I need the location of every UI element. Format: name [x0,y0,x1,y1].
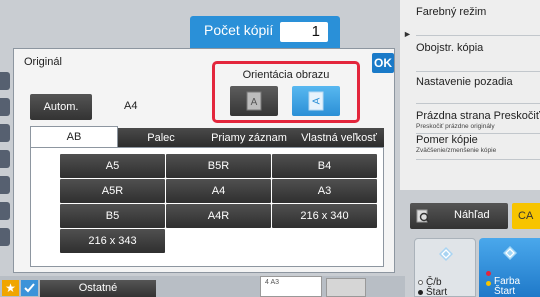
edge-tab-6[interactable] [0,202,10,220]
setting-blank-page-skip[interactable]: Prázdna strana Preskočiť Preskočiť prázd… [416,110,540,134]
size-button-b4[interactable]: B4 [272,154,377,178]
settings-panel: Farebný režim Obojstr. kópia Nastavenie … [400,0,540,190]
preview-thumbnail-2 [326,278,366,297]
setting-sublabel: Preskočiť prázdne originály [416,123,495,130]
tab-direct-entry[interactable]: Priamy záznam [204,128,294,148]
setting-color-mode[interactable]: Farebný režim [416,6,540,36]
edge-tab-5[interactable] [0,176,10,194]
edge-tab-4[interactable] [0,150,10,168]
checkmark-icon [24,283,35,293]
original-dialog: Originál OK Orientácia obrazu A A Autom.… [13,48,395,273]
orientation-landscape-button[interactable]: A [292,86,340,116]
orientation-portrait-button[interactable]: A [230,86,278,116]
edge-tab-2[interactable] [0,98,10,116]
landscape-glyph: A [312,97,323,104]
bw-dot-icon [418,280,423,285]
edge-tab-1[interactable] [0,72,10,90]
setting-label: Nastavenie pozadia [416,76,513,88]
bw-dot-icon [418,290,423,295]
color-dot-icon [486,271,491,276]
size-button-216x340[interactable]: 216 x 340 [272,204,377,228]
start-color-line2: Štart [494,286,516,297]
preview-button[interactable]: Náhľad [410,203,508,229]
setting-background[interactable]: Nastavenie pozadia [416,76,540,104]
size-grid: A5 B5R B4 A5R A4 A3 B5 A4R 216 x 340 216… [30,147,384,267]
start-bw-button[interactable]: Č/b Štart [414,238,476,297]
auto-size-button[interactable]: Autom. [30,94,92,120]
start-color-button[interactable]: Farba Štart [479,238,540,297]
edge-tab-7[interactable] [0,228,10,246]
size-button-a3[interactable]: A3 [272,179,377,203]
clear-all-button[interactable]: CA [512,203,540,229]
size-button-a5r[interactable]: A5R [60,179,165,203]
color-dot-icon [486,281,491,286]
size-button-a4r[interactable]: A4R [166,204,271,228]
size-button-b5r[interactable]: B5R [166,154,271,178]
tab-palec[interactable]: Palec [118,128,204,148]
setting-label: Prázdna strana Preskočiť [416,110,540,122]
star-icon[interactable]: ★ [2,280,19,296]
setting-sublabel: Zväčšenie/zmenšenie kópie [416,147,497,154]
start-diamond-icon [503,246,517,260]
dialog-title: Originál [24,56,62,68]
ok-button[interactable]: OK [372,53,394,73]
setting-label: Obojstr. kópia [416,42,484,54]
orientation-label: Orientácia obrazu [242,69,330,81]
size-button-a4[interactable]: A4 [166,179,271,203]
start-diamond-icon [439,247,453,261]
start-bw-line2: Štart [426,287,448,297]
setting-copy-ratio[interactable]: Pomer kópie Zväčšenie/zmenšenie kópie [416,134,540,160]
copies-bar: Počet kópií 1 [190,16,340,48]
landscape-page-icon: A [308,91,324,111]
setting-label: Pomer kópie [416,134,478,146]
size-button-216x343[interactable]: 216 x 343 [60,229,165,253]
orientation-group: Orientácia obrazu A A [212,61,360,123]
edge-tab-3[interactable] [0,124,10,142]
tab-ab[interactable]: AB [30,126,118,148]
portrait-glyph: A [251,97,258,108]
collapse-arrow-icon[interactable]: ► [403,29,412,39]
size-button-a5[interactable]: A5 [60,154,165,178]
paper-size-value: A4 [124,100,138,112]
setting-duplex[interactable]: Obojstr. kópia [416,42,540,72]
preview-thumbnail: 4 A3 [260,276,322,297]
others-button[interactable]: Ostatné [40,280,156,297]
size-button-b5[interactable]: B5 [60,204,165,228]
copies-label: Počet kópií [204,22,274,38]
check-icon[interactable] [21,280,38,296]
tab-custom-size[interactable]: Vlastná veľkosť [294,128,384,148]
copies-input[interactable]: 1 [280,22,328,42]
setting-label: Farebný režim [416,6,487,18]
portrait-page-icon: A [246,91,262,111]
preview-label: Náhľad [454,209,490,221]
preview-icon [416,209,430,223]
